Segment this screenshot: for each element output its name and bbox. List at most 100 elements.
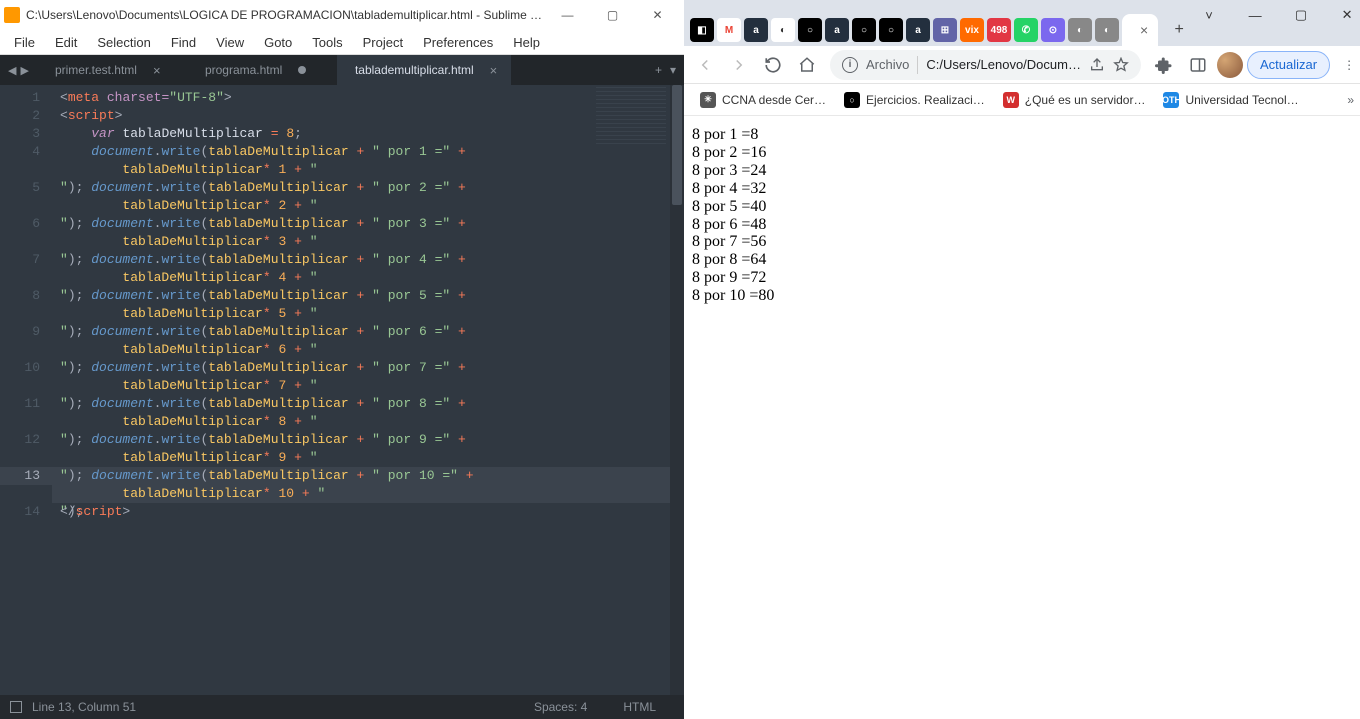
share-icon[interactable]: [1089, 57, 1105, 73]
chrome-menu-button[interactable]: ⋮: [1334, 50, 1360, 80]
address-bar[interactable]: i Archivo C:/Users/Lenovo/Docum…: [830, 50, 1141, 80]
bookmarks-overflow[interactable]: »: [1339, 93, 1360, 107]
scrollbar[interactable]: [670, 85, 684, 695]
bookmark-item[interactable]: OTHUniversidad Tecnol…: [1155, 88, 1306, 112]
chrome-window: ˅ — ▢ ✕ ◧Ma◐○a○○a⊞vix498✆⊙◐◐×+ i Archivo…: [684, 0, 1360, 719]
output-line: 8 por 4 =32: [692, 180, 1360, 198]
menu-edit[interactable]: Edit: [45, 32, 87, 53]
scroll-thumb[interactable]: [672, 85, 682, 205]
menu-goto[interactable]: Goto: [254, 32, 302, 53]
bookmark-label: Universidad Tecnol…: [1185, 93, 1298, 107]
minimap[interactable]: [596, 87, 666, 147]
pinned-ext-icon[interactable]: ○: [879, 18, 903, 42]
pinned-ext-icon[interactable]: ◐: [771, 18, 795, 42]
chrome-chevron-icon[interactable]: ˅: [1186, 0, 1232, 30]
bookmark-label: Ejercicios. Realizaci…: [866, 93, 985, 107]
profile-avatar[interactable]: [1217, 52, 1243, 78]
home-button[interactable]: [792, 50, 822, 80]
menu-preferences[interactable]: Preferences: [413, 32, 503, 53]
tab-close-icon[interactable]: ×: [153, 63, 161, 78]
tab-label: programa.html: [205, 63, 282, 77]
sublime-tabbar: ◀▶ primer.test.html × programa.html tabl…: [0, 55, 684, 85]
chrome-titlebar[interactable]: ˅ — ▢ ✕: [684, 0, 1360, 10]
close-button[interactable]: ✕: [1324, 0, 1360, 30]
cursor-position: Line 13, Column 51: [32, 700, 136, 714]
update-button[interactable]: Actualizar: [1247, 51, 1330, 79]
pinned-ext-icon[interactable]: ○: [852, 18, 876, 42]
sublime-titlebar[interactable]: C:\Users\Lenovo\Documents\LOGICA DE PROG…: [0, 0, 684, 30]
tab-tablademultiplicar[interactable]: tablademultiplicar.html ×: [337, 55, 511, 85]
tab-close-icon[interactable]: ×: [490, 63, 498, 78]
output-line: 8 por 10 =80: [692, 287, 1360, 305]
pinned-ext-icon[interactable]: 498: [987, 18, 1011, 42]
pinned-ext-icon[interactable]: ○: [798, 18, 822, 42]
bookmark-item[interactable]: ○ Ejercicios. Realizaci…: [836, 88, 993, 112]
chrome-toolbar: i Archivo C:/Users/Lenovo/Docum… Actuali…: [684, 46, 1360, 84]
back-button[interactable]: [690, 50, 720, 80]
pinned-ext-icon[interactable]: a: [906, 18, 930, 42]
menu-file[interactable]: File: [4, 32, 45, 53]
reload-button[interactable]: [758, 50, 788, 80]
maximize-button[interactable]: ▢: [590, 0, 635, 30]
menu-tools[interactable]: Tools: [302, 32, 352, 53]
pinned-ext-icon[interactable]: ◐: [1095, 18, 1119, 42]
close-button[interactable]: ✕: [635, 0, 680, 30]
menu-find[interactable]: Find: [161, 32, 206, 53]
output-line: 8 por 9 =72: [692, 269, 1360, 287]
tab-history-nav[interactable]: ◀▶: [0, 55, 37, 85]
pinned-ext-icon[interactable]: ◧: [690, 18, 714, 42]
extensions-button[interactable]: [1149, 50, 1179, 80]
tab-overflow[interactable]: +▾: [647, 55, 684, 85]
menu-view[interactable]: View: [206, 32, 254, 53]
tab-primer-test[interactable]: primer.test.html ×: [37, 55, 187, 85]
output-line: 8 por 5 =40: [692, 198, 1360, 216]
gutter[interactable]: 1234567891011121314: [0, 85, 52, 695]
output-line: 8 por 1 =8: [692, 126, 1360, 144]
sublime-window-controls: — ▢ ✕: [545, 0, 680, 30]
menu-selection[interactable]: Selection: [87, 32, 160, 53]
bookmark-label: CCNA desde Cer…: [722, 93, 826, 107]
output-line: 8 por 7 =56: [692, 233, 1360, 251]
separator: [917, 56, 918, 74]
sublime-title: C:\Users\Lenovo\Documents\LOGICA DE PROG…: [26, 8, 545, 22]
bookmark-favicon: W: [1003, 92, 1019, 108]
menu-project[interactable]: Project: [353, 32, 413, 53]
bookmarks-bar: ✳ CCNA desde Cer… ○ Ejercicios. Realizaci… W…: [684, 84, 1360, 116]
sublime-menubar: File Edit Selection Find View Goto Tools…: [0, 30, 684, 55]
pinned-ext-icon[interactable]: vix: [960, 18, 984, 42]
bookmark-favicon: ✳: [700, 92, 716, 108]
sublime-editor[interactable]: 1234567891011121314 <meta charset="UTF-8…: [0, 85, 684, 695]
star-icon[interactable]: [1113, 57, 1129, 73]
pinned-ext-icon[interactable]: a: [825, 18, 849, 42]
output-line: 8 por 8 =64: [692, 251, 1360, 269]
addr-url: C:/Users/Lenovo/Docum…: [926, 57, 1081, 72]
sublime-statusbar: Line 13, Column 51 Spaces: 4 HTML: [0, 695, 684, 719]
bookmark-item[interactable]: W¿Qué es un servidor…: [995, 88, 1154, 112]
pinned-ext-icon[interactable]: a: [744, 18, 768, 42]
output-line: 8 por 6 =48: [692, 216, 1360, 234]
pinned-ext-icon[interactable]: ⊞: [933, 18, 957, 42]
addr-label: Archivo: [866, 57, 909, 72]
pinned-ext-icon[interactable]: ◐: [1068, 18, 1092, 42]
sidepanel-button[interactable]: [1183, 50, 1213, 80]
pinned-ext-icon[interactable]: M: [717, 18, 741, 42]
minimize-button[interactable]: —: [1232, 0, 1278, 30]
chrome-window-controls: ˅ — ▢ ✕: [1186, 0, 1360, 30]
indent-setting[interactable]: Spaces: 4: [516, 700, 605, 714]
tab-programa[interactable]: programa.html: [187, 55, 337, 85]
forward-button[interactable]: [724, 50, 754, 80]
active-tab[interactable]: ×: [1122, 14, 1158, 46]
pinned-ext-icon[interactable]: ✆: [1014, 18, 1038, 42]
minimize-button[interactable]: —: [545, 0, 590, 30]
panel-toggle-icon[interactable]: [10, 701, 22, 713]
bookmark-favicon: ○: [844, 92, 860, 108]
bookmark-item[interactable]: ✳ CCNA desde Cer…: [692, 88, 834, 112]
syntax-setting[interactable]: HTML: [605, 700, 674, 714]
tab-close-icon[interactable]: ×: [1140, 22, 1148, 38]
pinned-ext-icon[interactable]: ⊙: [1041, 18, 1065, 42]
code-area[interactable]: <meta charset="UTF-8"><script> var tabla…: [52, 85, 684, 695]
maximize-button[interactable]: ▢: [1278, 0, 1324, 30]
menu-help[interactable]: Help: [503, 32, 550, 53]
site-info-icon[interactable]: i: [842, 57, 858, 73]
tab-label: primer.test.html: [55, 63, 137, 77]
